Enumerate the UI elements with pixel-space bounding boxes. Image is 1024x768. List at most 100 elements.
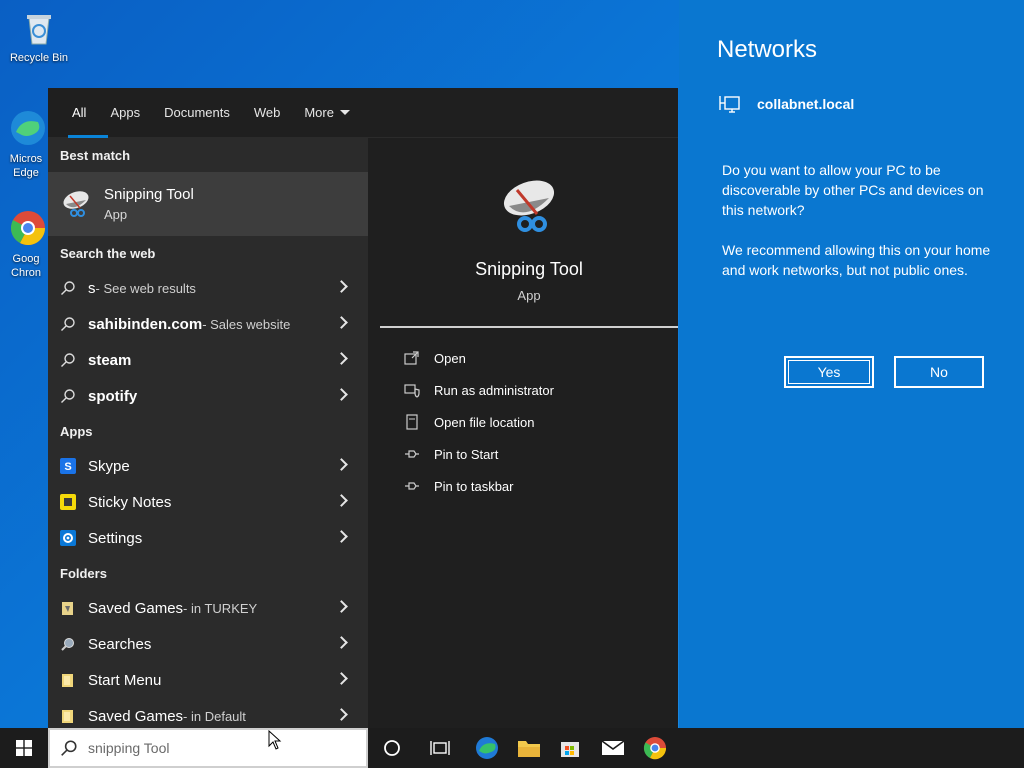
action-label: Pin to Start xyxy=(434,446,499,462)
folder-item-label: Start Menu xyxy=(88,671,162,689)
tab-more[interactable]: More xyxy=(292,88,362,138)
tab-documents[interactable]: Documents xyxy=(152,88,242,138)
action-run-as-admin[interactable]: Run as administrator xyxy=(380,374,678,406)
tab-all[interactable]: All xyxy=(60,88,109,138)
action-open[interactable]: Open xyxy=(380,342,678,374)
web-result-text: sahibinden.com xyxy=(88,315,203,333)
pin-icon xyxy=(405,450,419,458)
action-label: Run as administrator xyxy=(434,382,554,398)
tab-label: Apps xyxy=(110,105,141,120)
folder-item-location: - in TURKEY xyxy=(183,600,258,616)
apps-header: Apps xyxy=(60,423,93,439)
chevron-right-icon[interactable] xyxy=(335,316,348,329)
taskbar xyxy=(0,728,1024,768)
best-match-item[interactable]: Snipping Tool App xyxy=(48,172,368,236)
search-panel: All Apps Documents Web More Best match S… xyxy=(48,88,678,728)
action-open-file-location[interactable]: Open file location xyxy=(380,406,678,438)
folders-header: Folders xyxy=(60,565,107,581)
best-match-name: Snipping Tool xyxy=(104,186,194,203)
app-item-sticky-notes[interactable]: Sticky Notes xyxy=(48,484,368,520)
discoverable-question: Do you want to allow your PC to be disco… xyxy=(722,162,984,218)
folder-item[interactable]: Start Menu xyxy=(48,662,368,698)
search-icon xyxy=(60,352,76,368)
tab-apps[interactable]: Apps xyxy=(98,88,152,138)
web-result-text: steam xyxy=(88,351,132,369)
networks-title: Networks xyxy=(717,36,818,63)
preview-header: Snipping Tool App xyxy=(380,152,678,328)
cortana-icon[interactable] xyxy=(380,736,404,760)
action-pin-to-start[interactable]: Pin to Start xyxy=(380,438,678,470)
edge-icon[interactable] xyxy=(475,736,499,760)
desktop-icon-recycle-bin[interactable]: Recycle Bin xyxy=(4,8,74,64)
gear-icon xyxy=(60,530,76,546)
no-button[interactable]: No xyxy=(894,356,984,388)
recycle-bin-icon xyxy=(27,15,51,45)
chevron-right-icon[interactable] xyxy=(335,280,348,293)
desktop-icon-label: Goog Chron xyxy=(11,253,41,279)
search-icon xyxy=(60,316,76,332)
app-item-label: Skype xyxy=(88,457,130,475)
folder-item-location: - in Default xyxy=(183,708,246,724)
network-item[interactable]: collabnet.local xyxy=(719,94,854,114)
file-explorer-icon[interactable] xyxy=(517,736,541,760)
chevron-right-icon[interactable] xyxy=(335,530,348,543)
action-label: Open xyxy=(434,350,466,366)
chevron-right-icon[interactable] xyxy=(335,636,348,649)
chevron-right-icon[interactable] xyxy=(335,600,348,613)
searches-folder-icon xyxy=(60,636,76,652)
web-result-item[interactable]: spotify xyxy=(48,378,368,414)
shield-icon xyxy=(404,384,420,398)
best-match-type: App xyxy=(104,207,128,222)
chevron-right-icon[interactable] xyxy=(335,708,348,721)
pin-icon xyxy=(405,482,419,490)
open-icon xyxy=(404,351,419,365)
chrome-icon[interactable] xyxy=(643,736,667,760)
taskbar-search-box[interactable] xyxy=(48,728,368,768)
yes-button[interactable]: Yes xyxy=(784,356,874,388)
app-item-skype[interactable]: S Skype xyxy=(48,448,368,484)
action-pin-to-taskbar[interactable]: Pin to taskbar xyxy=(380,470,678,502)
saved-games-folder-icon xyxy=(60,600,76,616)
chevron-right-icon[interactable] xyxy=(335,352,348,365)
store-icon[interactable] xyxy=(558,736,582,760)
chevron-right-icon[interactable] xyxy=(335,458,348,471)
web-result-item[interactable]: s - See web results xyxy=(48,270,368,306)
tab-label: Web xyxy=(253,105,281,120)
web-result-item[interactable]: sahibinden.com - Sales website xyxy=(48,306,368,342)
folder-item[interactable]: Searches xyxy=(48,626,368,662)
svg-text:S: S xyxy=(64,461,71,473)
task-view-icon[interactable] xyxy=(428,736,452,760)
preview-app-name: Snipping Tool xyxy=(475,259,583,279)
tab-label: All xyxy=(72,105,87,120)
chevron-right-icon[interactable] xyxy=(335,672,348,685)
skype-icon: S xyxy=(60,458,76,474)
ethernet-icon xyxy=(719,96,740,113)
preview-app-type: App xyxy=(517,288,541,303)
sticky-notes-icon xyxy=(60,494,76,510)
app-item-settings[interactable]: Settings xyxy=(48,520,368,556)
chrome-icon xyxy=(11,211,45,245)
start-button[interactable] xyxy=(0,728,48,768)
folder-icon xyxy=(60,672,76,688)
action-label: Pin to taskbar xyxy=(434,478,514,494)
best-match-header: Best match xyxy=(60,147,131,163)
network-name: collabnet.local xyxy=(757,96,855,112)
web-result-text: spotify xyxy=(88,387,138,405)
folder-item-label: Searches xyxy=(88,635,152,653)
web-result-suffix: - Sales website xyxy=(202,316,291,332)
action-label: Open file location xyxy=(434,414,535,430)
desktop-icon-label: Recycle Bin xyxy=(9,52,69,64)
search-input[interactable] xyxy=(88,740,348,756)
chevron-right-icon[interactable] xyxy=(335,388,348,401)
app-item-label: Settings xyxy=(88,529,143,547)
results-list: Best match Snipping Tool App Search the … xyxy=(48,138,368,728)
folder-item[interactable]: Saved Games - in TURKEY xyxy=(48,590,368,626)
web-result-item[interactable]: steam xyxy=(48,342,368,378)
search-icon xyxy=(61,740,77,756)
tab-web[interactable]: Web xyxy=(242,88,293,138)
mail-icon[interactable] xyxy=(601,736,625,760)
preview-pane: Snipping Tool App Open Run as administra… xyxy=(380,152,678,728)
chevron-right-icon[interactable] xyxy=(335,494,348,507)
desktop-icon-label: Micros Edge xyxy=(9,153,43,179)
chevron-down-icon xyxy=(339,110,350,115)
